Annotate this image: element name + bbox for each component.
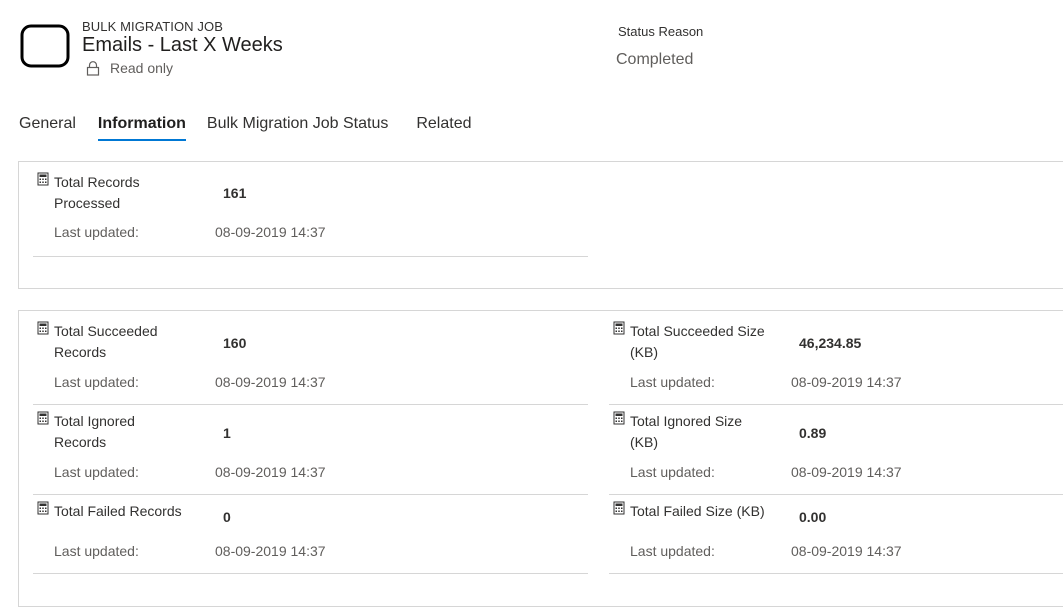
last-updated-value: 08-09-2019 14:37 <box>215 464 326 480</box>
field-total-records-processed: Total Records Processed 161 Last updated… <box>33 172 588 257</box>
calculated-field-icon <box>37 411 49 425</box>
calculated-field-icon <box>37 172 49 186</box>
field-label: Total Records Processed <box>54 174 140 211</box>
field-label: Total Succeeded Records <box>54 323 158 360</box>
tab-information[interactable]: Information <box>97 115 186 141</box>
last-updated-value: 08-09-2019 14:37 <box>215 543 326 559</box>
tab-bulk-migration-job-status[interactable]: Bulk Migration Job Status <box>207 115 388 139</box>
last-updated-value: 08-09-2019 14:37 <box>215 374 326 390</box>
last-updated-label: Last updated: <box>54 224 139 240</box>
entity-record-icon <box>20 24 70 68</box>
field-value[interactable]: 161 <box>223 185 246 201</box>
field-value[interactable]: 160 <box>223 335 246 351</box>
calculated-field-icon <box>613 501 625 515</box>
form-tabs: General Information Bulk Migration Job S… <box>19 115 472 141</box>
field-label: Total Ignored Size (KB) <box>630 413 743 450</box>
field-label: Total Ignored Records <box>54 413 135 450</box>
last-updated-label: Last updated: <box>630 464 715 480</box>
last-updated-label: Last updated: <box>630 374 715 390</box>
lock-icon <box>86 60 100 76</box>
totals-section: Total Succeeded Records 160 Last updated… <box>18 310 1063 607</box>
last-updated-label: Last updated: <box>54 374 139 390</box>
last-updated-value: 08-09-2019 14:37 <box>791 543 902 559</box>
last-updated-label: Last updated: <box>54 543 139 559</box>
field-label: Total Succeeded Size (KB) <box>630 323 765 360</box>
last-updated-label: Last updated: <box>630 543 715 559</box>
tab-related[interactable]: Related <box>416 115 471 139</box>
tab-general[interactable]: General <box>19 115 76 139</box>
field-total-failed-records: Total Failed Records 0 Last updated: 08-… <box>33 501 588 574</box>
calculated-field-icon <box>613 411 625 425</box>
field-value[interactable]: 0 <box>223 509 231 525</box>
field-value[interactable]: 1 <box>223 425 231 441</box>
record-title: Emails - Last X Weeks <box>82 34 283 56</box>
calculated-field-icon <box>613 321 625 335</box>
records-processed-section: Total Records Processed 161 Last updated… <box>18 161 1063 289</box>
calculated-field-icon <box>37 321 49 335</box>
last-updated-value: 08-09-2019 14:37 <box>791 374 902 390</box>
field-value[interactable]: 46,234.85 <box>799 335 861 351</box>
entity-type-label: BULK MIGRATION JOB <box>82 19 223 34</box>
field-value[interactable]: 0.89 <box>799 425 826 441</box>
status-reason-label: Status Reason <box>618 24 704 39</box>
readonly-text: Read only <box>110 60 174 76</box>
record-form: BULK MIGRATION JOB Emails - Last X Weeks… <box>0 0 1063 613</box>
last-updated-label: Last updated: <box>54 464 139 480</box>
last-updated-value: 08-09-2019 14:37 <box>215 224 326 240</box>
readonly-indicator: Read only <box>86 60 173 76</box>
calculated-field-icon <box>37 501 49 515</box>
field-total-failed-size: Total Failed Size (KB) 0.00 Last updated… <box>609 501 1063 574</box>
last-updated-value: 08-09-2019 14:37 <box>791 464 902 480</box>
field-total-succeeded-records: Total Succeeded Records 160 Last updated… <box>33 321 588 405</box>
field-total-succeeded-size: Total Succeeded Size (KB) 46,234.85 Last… <box>609 321 1063 405</box>
field-total-ignored-size: Total Ignored Size (KB) 0.89 Last update… <box>609 411 1063 495</box>
field-value[interactable]: 0.00 <box>799 509 826 525</box>
status-reason-value: Completed <box>616 51 694 68</box>
field-total-ignored-records: Total Ignored Records 1 Last updated: 08… <box>33 411 588 495</box>
